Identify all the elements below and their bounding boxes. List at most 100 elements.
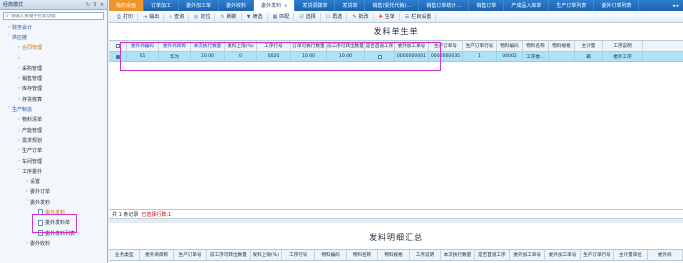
column-header[interactable]: 本次执行数量: [441, 250, 475, 260]
column-header[interactable]: 工序说明: [410, 250, 442, 260]
table-cell[interactable]: 华为: [159, 52, 191, 61]
select-all-checkbox[interactable]: [115, 44, 120, 48]
column-header[interactable]: 工序说明: [603, 41, 643, 51]
column-header[interactable]: 是否首道工序: [365, 41, 395, 51]
toolbar-button[interactable]: ☰ 栏目设置: [401, 12, 437, 21]
tab[interactable]: 订单加工: [144, 0, 180, 11]
sidebar-item[interactable]: › 生产订单: [2, 146, 107, 156]
column-header[interactable]: 生产订单号: [429, 41, 463, 51]
tab[interactable]: 销售订单统计…: [419, 0, 470, 11]
column-header[interactable]: 是否首道工序: [475, 250, 511, 260]
pin-icon[interactable]: ⊼: [93, 2, 97, 8]
sidebar-item[interactable]: › 委外收料: [2, 238, 107, 248]
table-cell[interactable]: 委外工序: [603, 52, 643, 61]
column-header[interactable]: 物料名称: [347, 250, 379, 260]
column-header[interactable]: 生产订单行号: [463, 41, 497, 51]
column-header[interactable]: 物料规格: [378, 250, 410, 260]
close-icon[interactable]: ✕: [100, 2, 104, 8]
tab[interactable]: 委外收料: [219, 0, 255, 11]
column-header[interactable]: 委外商简称: [140, 250, 174, 260]
sidebar-item[interactable]: › 设置: [2, 176, 107, 186]
column-header[interactable]: 物料名称: [523, 41, 549, 51]
tab[interactable]: 产成品入库单: [504, 0, 550, 11]
column-header[interactable]: 本次执行数量: [191, 41, 225, 51]
toolbar-button[interactable]: ⎙ 打印: [113, 12, 139, 21]
toolbar-button[interactable]: ⇥ 输出: [139, 12, 165, 21]
column-header[interactable]: 发料上限(%): [251, 250, 282, 260]
sidebar-item[interactable]: ˅ 供应链: [2, 32, 107, 42]
first-process-checkbox[interactable]: [377, 54, 382, 59]
table-cell[interactable]: 10.00: [191, 52, 225, 61]
tab[interactable]: 发货单: [335, 0, 366, 11]
table-cell[interactable]: [109, 52, 127, 61]
toolbar-button[interactable]: ↻ 刷新: [216, 12, 242, 21]
column-header[interactable]: 物料编码: [497, 41, 523, 51]
tab[interactable]: 销售订单: [469, 0, 505, 11]
table-cell[interactable]: 工序委…: [523, 52, 549, 61]
tab-scroll-icon[interactable]: ◂ ▸: [668, 0, 683, 11]
column-header[interactable]: 发料上限(%): [225, 41, 257, 51]
table-cell[interactable]: 箱: [575, 52, 603, 61]
table-cell[interactable]: [549, 52, 575, 61]
column-header[interactable]: 业务类型: [109, 250, 141, 260]
column-header[interactable]: [109, 41, 127, 51]
toolbar-button[interactable]: ⌕ 查询: [165, 12, 190, 21]
sidebar-item[interactable]: › 库存管理: [2, 84, 107, 94]
tab[interactable]: 委外加工单: [179, 0, 220, 11]
tab[interactable]: 发货调拨单: [295, 0, 336, 11]
sidebar-item[interactable]: ˅ 委外发料: [2, 197, 107, 207]
table-cell[interactable]: 1: [463, 52, 497, 61]
tab[interactable]: 委外订单列表: [594, 0, 640, 11]
column-header[interactable]: 委外商: [648, 250, 683, 260]
toolbar-button[interactable]: ▼ 筛选: [243, 12, 268, 21]
table-cell[interactable]: 0000000035: [429, 52, 463, 61]
sidebar-item[interactable]: › 采购管理: [2, 63, 107, 73]
sidebar-item[interactable]: ˅ 生产制造: [2, 104, 107, 114]
column-header[interactable]: 委外商编码: [127, 41, 159, 51]
column-header[interactable]: 前工序可转出数量: [207, 250, 251, 260]
sidebar-item[interactable]: › 物料清单: [2, 115, 107, 125]
toolbar-button[interactable]: ✎ 批改: [348, 12, 374, 21]
table-cell[interactable]: 0: [225, 52, 257, 61]
sidebar-item[interactable]: › 需求规划: [2, 135, 107, 145]
column-header[interactable]: 生产订单行号: [581, 250, 615, 260]
sidebar-item[interactable]: › 产能管理: [2, 125, 107, 135]
close-icon[interactable]: ✕: [284, 3, 287, 8]
column-header[interactable]: 物料编码: [315, 250, 347, 260]
sidebar-item[interactable]: ›: [2, 53, 107, 63]
sidebar-item[interactable]: › 销售管理: [2, 73, 107, 83]
toolbar-button[interactable]: ◎ 定位: [190, 12, 216, 21]
table-cell[interactable]: [365, 52, 395, 61]
table-cell[interactable]: 10.00: [327, 52, 365, 61]
column-header[interactable]: 物料规格: [549, 41, 575, 51]
search-input[interactable]: [10, 13, 99, 19]
column-header[interactable]: 前工序可转出数量: [327, 41, 365, 51]
tab[interactable]: 我的桌面: [109, 0, 145, 11]
search-icon[interactable]: ⌕: [6, 13, 9, 19]
table-cell[interactable]: 0020: [257, 52, 291, 61]
sidebar-item[interactable]: › 合同管理: [2, 43, 107, 53]
column-header[interactable]: 委外加工单号: [545, 250, 581, 260]
sidebar-item[interactable]: › 财务会计: [2, 22, 107, 32]
tab[interactable]: 生产订单列表: [549, 0, 595, 11]
refresh-icon[interactable]: ↻: [86, 2, 90, 8]
sidebar-item[interactable]: ˅ 工序委外: [2, 166, 107, 176]
table-cell[interactable]: 04002: [497, 52, 523, 61]
column-header[interactable]: 主计量单位: [614, 250, 648, 260]
column-header[interactable]: 委外商简称: [159, 41, 191, 51]
sidebar-item[interactable]: › 车间管理: [2, 156, 107, 166]
column-header[interactable]: 订单可执行数量: [291, 41, 327, 51]
table-cell[interactable]: 10.00: [291, 52, 327, 61]
table-row[interactable]: 01 华为 10.00 0 0020 10.00 10.00 0000000001 000000…: [109, 52, 683, 62]
column-header[interactable]: 生产订单号: [174, 250, 208, 260]
table-cell[interactable]: 0000000001: [395, 52, 429, 61]
column-header[interactable]: 委外加工单号: [395, 41, 429, 51]
tab[interactable]: 销售(受托代销)…: [365, 0, 420, 11]
toolbar-button[interactable]: ✚ 生单: [375, 12, 400, 21]
column-header[interactable]: 工序行号: [257, 41, 291, 51]
toolbar-button[interactable]: ☐ 再选: [322, 12, 348, 21]
sidebar-item[interactable]: › 委外订单: [2, 187, 107, 197]
table-cell[interactable]: 01: [127, 52, 159, 61]
column-header[interactable]: 工序行号: [282, 250, 316, 260]
horizontal-scrollbar[interactable]: [109, 218, 683, 223]
